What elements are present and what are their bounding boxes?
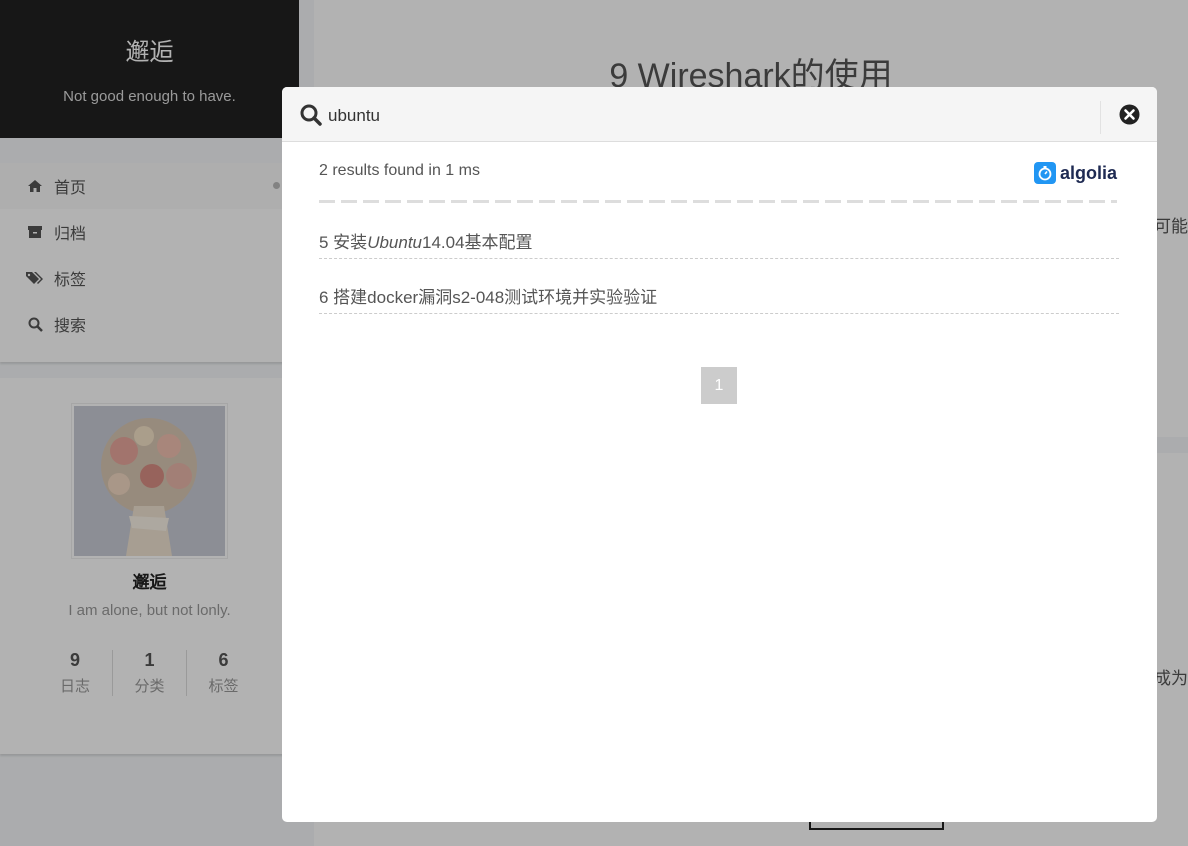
algolia-logo[interactable]: algolia — [1034, 161, 1117, 185]
results-divider — [319, 200, 1117, 203]
search-result-item[interactable]: 5 安装Ubuntu14.04基本配置 — [319, 223, 1119, 259]
result-title-text: 14.04基本配置 — [422, 233, 533, 252]
search-header — [282, 87, 1157, 142]
algolia-wordmark: algolia — [1060, 162, 1118, 183]
results-stats: 2 results found in 1 ms — [319, 162, 480, 179]
result-title-text: 5 安装 — [319, 233, 368, 252]
search-popup: 2 results found in 1 ms algolia 5 安装Ubun… — [282, 87, 1157, 822]
search-results: 5 安装Ubuntu14.04基本配置 6 搭建docker漏洞s2-048测试… — [319, 223, 1119, 333]
page-button-current[interactable]: 1 — [701, 367, 737, 404]
search-result-link[interactable]: 5 安装Ubuntu14.04基本配置 — [319, 228, 533, 253]
search-input[interactable] — [328, 101, 1088, 131]
result-title-text: 6 搭建docker漏洞s2-048测试环境并实验验证 — [319, 288, 658, 307]
pagination: 1 — [701, 367, 737, 404]
close-icon[interactable] — [1119, 104, 1140, 125]
algolia-stopwatch-icon — [1034, 162, 1056, 184]
header-divider — [1100, 101, 1101, 134]
search-icon — [300, 104, 322, 126]
search-result-item[interactable]: 6 搭建docker漏洞s2-048测试环境并实验验证 — [319, 278, 1119, 314]
result-highlight: Ubuntu — [367, 233, 423, 252]
search-result-link[interactable]: 6 搭建docker漏洞s2-048测试环境并实验验证 — [319, 283, 657, 308]
